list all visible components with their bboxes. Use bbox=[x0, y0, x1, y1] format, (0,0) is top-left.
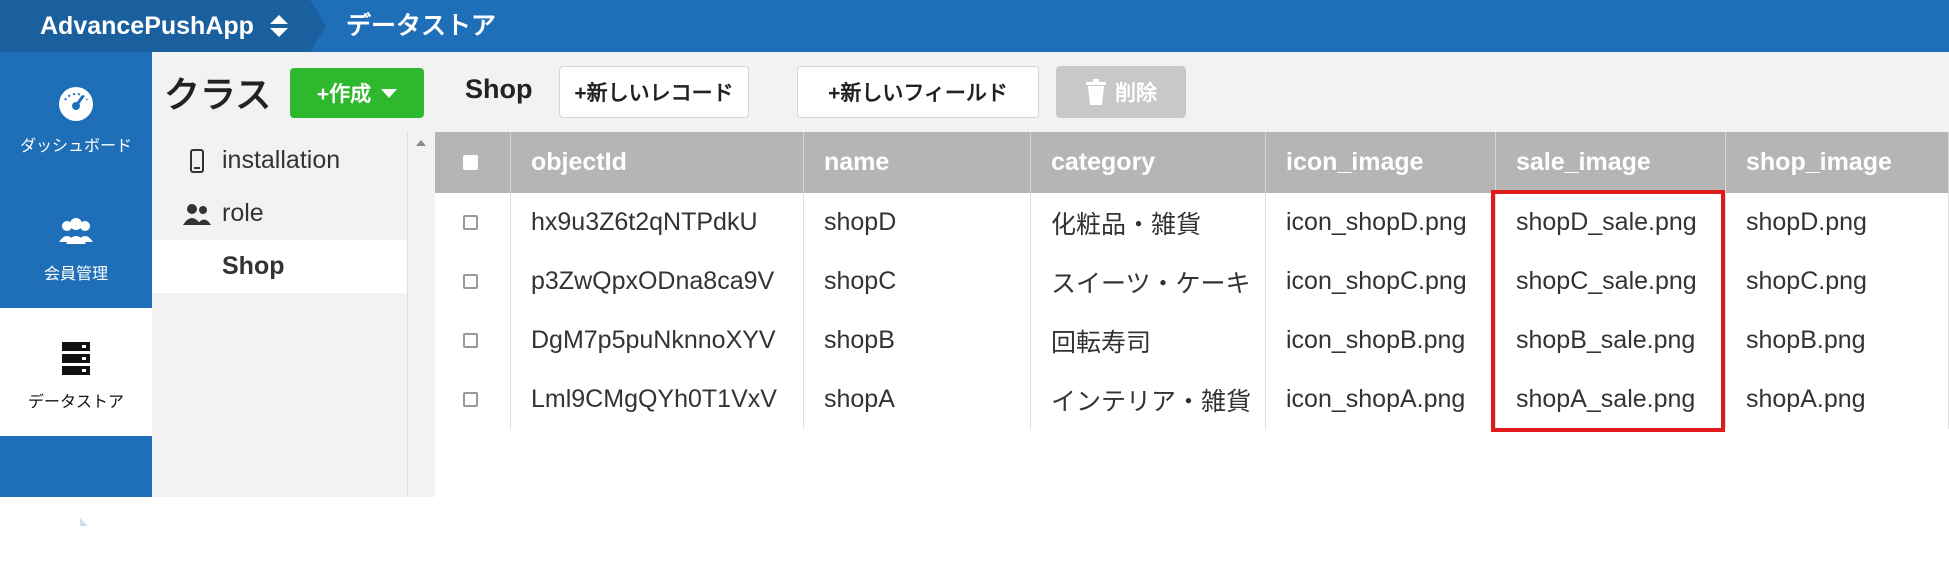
table-header: objectId name category icon_image sale_i… bbox=[435, 132, 1949, 193]
table-cell[interactable]: 化粧品・雑貨 bbox=[1031, 193, 1266, 252]
table-row[interactable]: Lml9CMgQYh0T1VxV shopA インテリア・雑貨 icon_sho… bbox=[435, 370, 1949, 430]
app-switcher[interactable]: AdvancePushApp bbox=[0, 0, 310, 52]
nav-label: ダッシュボード bbox=[19, 138, 132, 155]
app-name: AdvancePushApp bbox=[40, 11, 254, 40]
table-cell[interactable]: DgM7p5puNknnoXYV bbox=[511, 311, 804, 370]
table-cell[interactable]: インテリア・雑貨 bbox=[1031, 370, 1266, 429]
nav-item-files[interactable] bbox=[0, 436, 152, 564]
table-cell[interactable]: shopD bbox=[804, 193, 1031, 252]
class-item-shop[interactable]: Shop bbox=[152, 240, 407, 293]
table-cell[interactable]: shopC bbox=[804, 252, 1031, 311]
scroll-up-icon[interactable] bbox=[416, 140, 426, 146]
table-cell[interactable]: p3ZwQpxODna8ca9V bbox=[511, 252, 804, 311]
table-cell[interactable]: icon_shopB.png bbox=[1266, 311, 1496, 370]
class-panel: クラス +作成 installation role Shop bbox=[152, 52, 435, 497]
table-cell[interactable]: shopA.png bbox=[1726, 370, 1949, 429]
column-header[interactable]: name bbox=[804, 132, 1031, 193]
class-name-title: Shop bbox=[465, 74, 533, 104]
delete-label: 削除 bbox=[1115, 82, 1157, 105]
table-cell[interactable]: icon_shopC.png bbox=[1266, 252, 1496, 311]
table-empty-area bbox=[435, 429, 1949, 497]
table-cell[interactable]: shopA bbox=[804, 370, 1031, 429]
table-cell[interactable]: shopB.png bbox=[1726, 311, 1949, 370]
row-checkbox[interactable] bbox=[463, 274, 478, 289]
table-cell[interactable]: Lml9CMgQYh0T1VxV bbox=[511, 370, 804, 429]
chevron-down-icon bbox=[381, 88, 398, 98]
table-cell[interactable]: 回転寿司 bbox=[1031, 311, 1266, 370]
row-checkbox[interactable] bbox=[463, 215, 478, 230]
table-cell[interactable]: shopA_sale.png bbox=[1496, 370, 1726, 429]
gauge-icon bbox=[59, 87, 93, 121]
table-cell[interactable]: shopD_sale.png bbox=[1496, 193, 1726, 252]
table-row[interactable]: hx9u3Z6t2qNTPdkU shopD 化粧品・雑貨 icon_shopD… bbox=[435, 193, 1949, 253]
class-item-role[interactable]: role bbox=[152, 187, 407, 240]
table-cell[interactable]: shopC_sale.png bbox=[1496, 252, 1726, 311]
class-list-scrollbar[interactable] bbox=[407, 132, 434, 497]
class-item-installation[interactable]: installation bbox=[152, 134, 407, 187]
column-header[interactable]: sale_image bbox=[1496, 132, 1726, 193]
class-item-label: role bbox=[222, 199, 264, 227]
delete-button[interactable]: 削除 bbox=[1056, 66, 1186, 118]
top-bar: AdvancePushApp データストア bbox=[0, 0, 1949, 52]
new-record-button[interactable]: +新しいレコード bbox=[559, 66, 749, 118]
trash-icon bbox=[1086, 79, 1106, 105]
database-icon bbox=[62, 342, 90, 375]
column-header[interactable]: objectId bbox=[511, 132, 804, 193]
class-panel-title: クラス bbox=[164, 74, 272, 115]
class-item-label: installation bbox=[222, 146, 341, 174]
table-row[interactable]: DgM7p5puNknnoXYV shopB 回転寿司 icon_shopB.p… bbox=[435, 311, 1949, 371]
breadcrumb-arrow bbox=[310, 0, 326, 52]
nav-item-datastore[interactable]: データストア bbox=[0, 308, 152, 436]
table-cell[interactable]: icon_shopD.png bbox=[1266, 193, 1496, 252]
table-cell[interactable]: shopB bbox=[804, 311, 1031, 370]
select-all-cell bbox=[435, 132, 511, 193]
new-field-button[interactable]: +新しいフィールド bbox=[797, 66, 1039, 118]
select-all-checkbox[interactable] bbox=[463, 155, 478, 170]
nav-item-dashboard[interactable]: ダッシュボード bbox=[0, 52, 152, 180]
nav-label: 会員管理 bbox=[43, 266, 108, 283]
table-cell[interactable]: icon_shopA.png bbox=[1266, 370, 1496, 429]
row-checkbox[interactable] bbox=[463, 392, 478, 407]
table-cell[interactable]: スイーツ・ケーキ bbox=[1031, 252, 1266, 311]
column-header[interactable]: shop_image bbox=[1726, 132, 1949, 193]
mobile-icon bbox=[182, 146, 212, 176]
class-item-label: Shop bbox=[222, 252, 285, 280]
table-cell[interactable]: shopB_sale.png bbox=[1496, 311, 1726, 370]
users-icon bbox=[182, 199, 212, 229]
table-cell[interactable]: shopD.png bbox=[1726, 193, 1949, 252]
side-nav: ダッシュボード 会員管理 データストア bbox=[0, 52, 152, 554]
class-list: installation role Shop bbox=[152, 134, 407, 293]
create-label: +作成 bbox=[316, 83, 372, 106]
breadcrumb: データストア bbox=[346, 12, 497, 40]
column-header[interactable]: icon_image bbox=[1266, 132, 1496, 193]
nav-item-members[interactable]: 会員管理 bbox=[0, 180, 152, 308]
sort-toggle-icon bbox=[269, 15, 288, 37]
file-icon bbox=[66, 518, 88, 554]
users-icon bbox=[59, 218, 93, 244]
table-row[interactable]: p3ZwQpxODna8ca9V shopC スイーツ・ケーキ icon_sho… bbox=[435, 252, 1949, 312]
column-header[interactable]: category bbox=[1031, 132, 1266, 193]
create-class-button[interactable]: +作成 bbox=[290, 68, 424, 118]
nav-label: データストア bbox=[27, 394, 124, 411]
table-cell[interactable]: hx9u3Z6t2qNTPdkU bbox=[511, 193, 804, 252]
row-checkbox[interactable] bbox=[463, 333, 478, 348]
table-cell[interactable]: shopC.png bbox=[1726, 252, 1949, 311]
